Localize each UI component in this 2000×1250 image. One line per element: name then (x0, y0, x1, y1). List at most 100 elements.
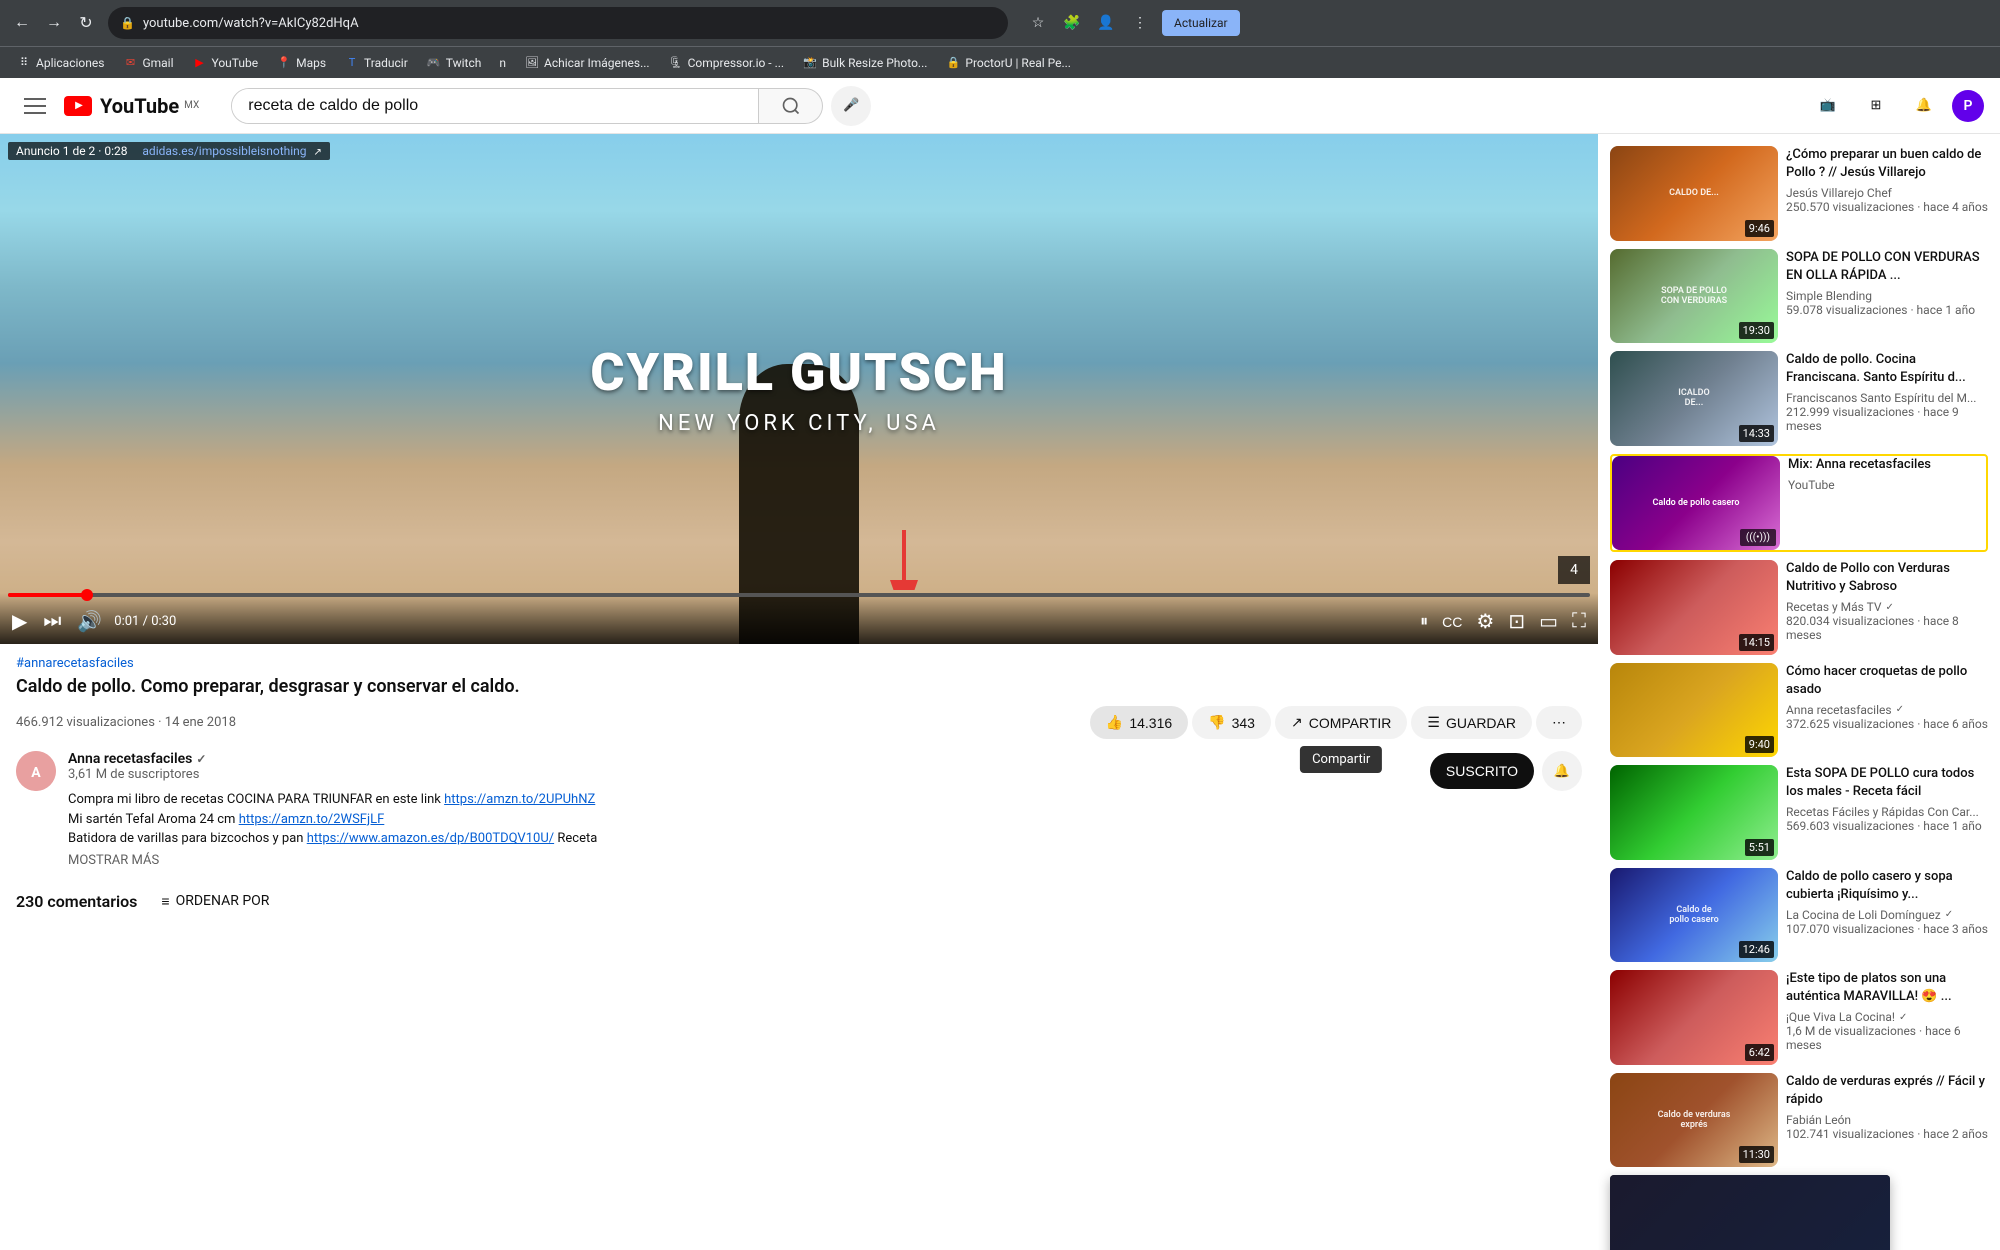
channel-tag[interactable]: #annarecetasfaciles (16, 656, 1582, 671)
play-button[interactable]: ▶ (8, 605, 31, 638)
youtube-logo[interactable]: YouTubeMX (64, 94, 199, 118)
share-button[interactable]: ↗ COMPARTIR (1275, 706, 1407, 739)
bookmark-maps[interactable]: 📍 Maps (268, 51, 334, 75)
hamburger-line (24, 112, 46, 114)
desc-link-1[interactable]: https://amzn.to/2UPUhNZ (444, 792, 595, 807)
bookmark-twitch[interactable]: 🎮 Twitch (418, 51, 490, 75)
subtitles-button[interactable]: CC (1438, 610, 1466, 634)
mini-player[interactable]: ··· (1610, 1175, 1890, 1250)
desc-link-2[interactable]: https://amzn.to/2WSFjLF (239, 812, 385, 827)
time-separator: / (143, 614, 152, 629)
star-icon[interactable]: ☆ (1024, 9, 1052, 37)
apps-icon: ⠿ (16, 55, 32, 71)
extensions-icon[interactable]: 🧩 (1058, 9, 1086, 37)
hamburger-menu[interactable] (16, 86, 56, 126)
sidebar-title: Caldo de pollo casero y sopa cubierta ¡R… (1786, 868, 1988, 904)
dislike-button[interactable]: 👎 343 (1192, 706, 1271, 739)
thumbs-down-icon: 👎 (1208, 714, 1225, 731)
save-button[interactable]: ☰ GUARDAR (1411, 706, 1532, 739)
notifications-button[interactable]: 🔔 (1904, 86, 1944, 126)
sidebar-item[interactable]: 14:15 Caldo de Pollo con Verduras Nutrit… (1610, 560, 1988, 655)
show-more-button[interactable]: MOSTRAR MÁS (68, 853, 1418, 868)
channel-name-text[interactable]: Anna recetasfaciles (68, 751, 192, 767)
pause-button[interactable]: ⏸ (1416, 609, 1432, 635)
bookmark-proctoru[interactable]: 🔒 ProctorU | Real Pe... (937, 51, 1079, 75)
sidebar-channel: Recetas y Más TV ✓ (1786, 600, 1988, 614)
sidebar-item[interactable]: SOPA DE POLLO CON VERDURAS 19:30 SOPA DE… (1610, 249, 1988, 344)
bookmark-compressor[interactable]: 🗜 Compressor.io - ... (660, 51, 793, 75)
bookmark-achicar[interactable]: 🖼 Achicar Imágenes... (516, 51, 658, 75)
theater-button[interactable]: ▭ (1535, 605, 1562, 638)
channel-name: Anna recetasfaciles ✓ (68, 751, 1418, 767)
back-button[interactable]: ← (8, 9, 36, 37)
sidebar-views: 372.625 visualizaciones · hace 6 años (1786, 717, 1988, 731)
sidebar-item[interactable]: ICALDO DE... 14:33 Caldo de pollo. Cocin… (1610, 351, 1988, 446)
address-bar[interactable]: 🔒 youtube.com/watch?v=AkICy82dHqA (108, 7, 1008, 39)
microphone-button[interactable]: 🎤 (831, 86, 871, 126)
grid-button[interactable]: ⊞ (1856, 86, 1896, 126)
bookmarks-bar: ⠿ Aplicaciones ✉ Gmail ▶ YouTube 📍 Maps … (0, 46, 2000, 78)
sidebar-item[interactable]: CALDO DE... 9:46 ¿Cómo preparar un buen … (1610, 146, 1988, 241)
current-time: 0:01 (114, 614, 139, 629)
fullscreen-button[interactable]: ⛶ (1568, 606, 1590, 637)
main-layout: CYRILL GUTSCH NEW YORK CITY, USA Anuncio… (0, 134, 2000, 1250)
video-overlay: CYRILL GUTSCH NEW YORK CITY, USA (590, 342, 1007, 436)
sidebar-thumbnail: (((•))) Caldo de pollo casero (1612, 456, 1780, 551)
video-date: 14 ene 2018 (165, 715, 236, 730)
thumb-duration: 9:46 (1745, 220, 1774, 237)
more-button[interactable]: ⋯ (1536, 706, 1582, 739)
ad-text: Anuncio 1 de 2 · 0:28 (16, 144, 128, 158)
search-input[interactable] (232, 89, 758, 123)
profile-icon[interactable]: 👤 (1092, 9, 1120, 37)
sidebar-views: 820.034 visualizaciones · hace 8 meses (1786, 614, 1988, 642)
sidebar-info: Esta SOPA DE POLLO cura todos los males … (1786, 765, 1988, 860)
thumb-duration: 11:30 (1739, 1146, 1774, 1163)
bookmark-gmail[interactable]: ✉ Gmail (114, 51, 181, 75)
bookmark-n-label: n (499, 56, 506, 70)
desc-link-3[interactable]: https://www.amazon.es/dp/B00TDQV10U/ (307, 831, 554, 846)
sidebar-item[interactable]: Caldo de pollo casero 12:46 Caldo de pol… (1610, 868, 1988, 963)
more-icon: ⋯ (1552, 714, 1566, 731)
volume-button[interactable]: 🔊 (73, 605, 106, 638)
controls-row: ▶ ⏭ 🔊 0:01 / 0:30 ⏸ CC ⚙ ⊡ ▭ (8, 605, 1590, 638)
sidebar-item[interactable]: 9:40 Cómo hacer croquetas de pollo asado… (1610, 663, 1988, 758)
user-avatar[interactable]: P (1952, 90, 1984, 122)
forward-button[interactable]: → (40, 9, 68, 37)
bookmark-bulk-resize[interactable]: 📸 Bulk Resize Photo... (794, 51, 935, 75)
cast-button[interactable]: 📺 (1808, 86, 1848, 126)
thumb-duration: 9:40 (1745, 736, 1774, 753)
sort-button[interactable]: ≡ ORDENAR POR (161, 893, 269, 910)
channel-description: Compra mi libro de recetas COCINA PARA T… (68, 790, 1418, 849)
notification-bell[interactable]: 🔔 (1542, 751, 1582, 791)
external-link-icon: ↗ (314, 147, 322, 158)
search-button[interactable] (759, 88, 823, 124)
bookmark-n[interactable]: n (491, 52, 514, 74)
bookmark-maps-label: Maps (296, 56, 326, 70)
sidebar-item[interactable]: Caldo de verduras exprés 11:30 Caldo de … (1610, 1073, 1988, 1168)
sidebar-item[interactable]: 6:42 ¡Este tipo de platos son una autént… (1610, 970, 1988, 1065)
reload-button[interactable]: ↻ (72, 9, 100, 37)
next-button[interactable]: ⏭ (39, 606, 65, 637)
update-button[interactable]: Actualizar (1162, 10, 1240, 36)
bookmark-youtube[interactable]: ▶ YouTube (184, 51, 267, 75)
bookmark-translate[interactable]: T Traducir (336, 51, 416, 75)
like-button[interactable]: 👍 14.316 (1090, 706, 1188, 739)
maps-icon: 📍 (276, 55, 292, 71)
subscribe-button[interactable]: SUSCRITO (1430, 753, 1534, 789)
verified-icon: ✓ (196, 752, 206, 766)
sidebar-item[interactable]: 5:51 Esta SOPA DE POLLO cura todos los m… (1610, 765, 1988, 860)
sidebar-thumbnail: 14:15 (1610, 560, 1778, 655)
progress-bar[interactable] (8, 593, 1590, 597)
comments-section: 230 comentarios ≡ ORDENAR POR (0, 880, 1598, 939)
channel-avatar[interactable]: A (16, 751, 56, 791)
bookmark-apps[interactable]: ⠿ Aplicaciones (8, 51, 112, 75)
miniplayer-button[interactable]: ⊡ (1504, 605, 1529, 638)
achicar-icon: 🖼 (524, 55, 540, 71)
sidebar-thumbnail: 9:40 (1610, 663, 1778, 758)
video-player[interactable]: CYRILL GUTSCH NEW YORK CITY, USA Anuncio… (0, 134, 1598, 644)
menu-icon[interactable]: ⋮ (1126, 9, 1154, 37)
youtube-logo-text: YouTube (100, 94, 179, 118)
settings-button[interactable]: ⚙ (1472, 605, 1498, 638)
sidebar-item[interactable]: (((•))) Caldo de pollo casero Mix: Anna … (1610, 454, 1988, 553)
proctoru-icon: 🔒 (945, 55, 961, 71)
